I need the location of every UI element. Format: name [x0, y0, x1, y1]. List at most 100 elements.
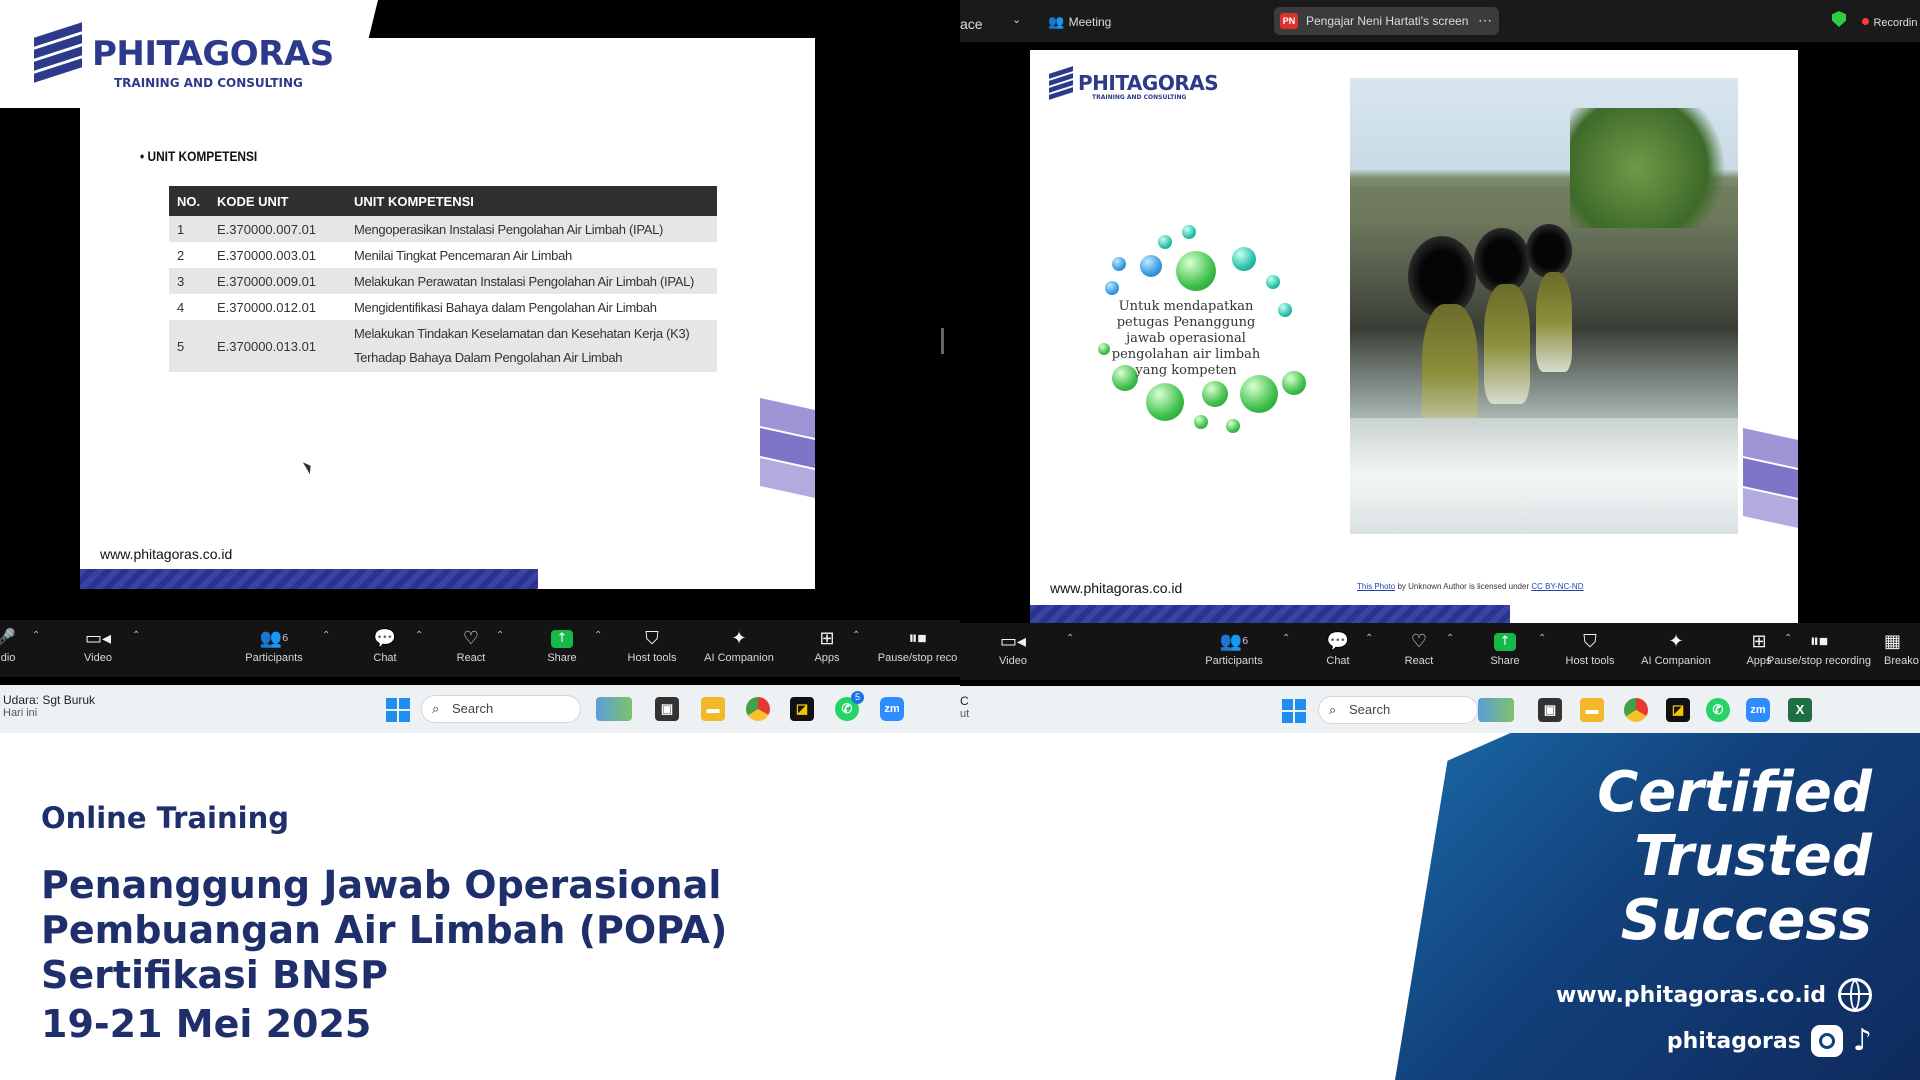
apps-options-caret[interactable]: ⌃ [852, 630, 860, 641]
photo-credit-link[interactable]: This Photo [1357, 582, 1395, 591]
breakout-icon: ▦ [1884, 631, 1902, 652]
chat-icon: 💬 [373, 628, 397, 649]
slogan-panel: Certified Trusted Success www.phitagoras… [1395, 733, 1920, 1080]
cell-nama: Melakukan Tindakan Keselamatan dan Keseh… [346, 320, 717, 372]
taskbar-search-input[interactable]: ⌕ Search [1318, 696, 1478, 724]
breakout-rooms-button[interactable]: ▦ Breako [1884, 629, 1920, 667]
table-header-row: NO. KODE UNIT UNIT KOMPETENSI [169, 186, 717, 216]
ai-companion-button[interactable]: ✦ AI Companion [703, 626, 775, 664]
react-options-caret[interactable]: ⌃ [1446, 633, 1454, 644]
cell-no: 1 [169, 216, 209, 242]
file-explorer-icon[interactable]: ▬ [701, 697, 725, 721]
react-button[interactable]: ♡ React [1384, 629, 1454, 667]
chat-button[interactable]: 💬 Chat [1303, 629, 1373, 667]
zoom-app-icon[interactable]: zm [1746, 698, 1770, 722]
bullet-title-text: UNIT KOMPETENSI [147, 148, 258, 164]
recording-indicator[interactable]: Recordin [1862, 13, 1917, 31]
chat-button[interactable]: 💬 Chat [350, 626, 420, 664]
split-handle[interactable] [941, 328, 944, 354]
website-text: www.phitagoras.co.id [1555, 982, 1826, 1008]
weather-widget[interactable]: Udara: Sgt Buruk Hari ini [3, 693, 95, 719]
globe-icon [1838, 978, 1872, 1012]
social-handle-row[interactable]: phitagoras ♪ [1667, 1025, 1872, 1057]
col-header-no: NO. [169, 186, 209, 216]
windows-start-icon[interactable] [386, 698, 410, 722]
meeting-menu[interactable]: 👥 Meeting [1048, 13, 1111, 31]
cell-nama: Mengidentifikasi Bahaya dalam Pengolahan… [346, 294, 717, 320]
task-view-icon[interactable]: ▣ [1538, 698, 1562, 722]
host-tools-button[interactable]: ⛉ Host tools [617, 626, 687, 664]
cell-nama: Mengoperasikan Instalasi Pengolahan Air … [346, 216, 717, 242]
share-options-caret[interactable]: ⌃ [1538, 633, 1546, 644]
cell-no: 5 [169, 320, 209, 372]
banner-title-line1: Penanggung Jawab Operasional [41, 863, 722, 907]
share-button[interactable]: ↑ Share [1470, 629, 1540, 667]
chat-options-caret[interactable]: ⌃ [415, 630, 423, 641]
chrome-icon[interactable] [746, 697, 770, 721]
audio-options-caret[interactable]: ⌃ [32, 630, 40, 641]
right-zoom-toolbar: ▭◂ Video ⌃ 👥6 Participants ⌃ 💬 Chat ⌃ ♡ Reac… [960, 623, 1920, 680]
participants-icon: 👥6 [259, 628, 289, 649]
video-options-caret[interactable]: ⌃ [1066, 633, 1074, 644]
share-icon: ↑ [1470, 629, 1540, 655]
sparkle-icon: ✦ [731, 628, 747, 649]
record-dot-icon [1862, 18, 1869, 26]
video-icon: ▭◂ [84, 628, 112, 649]
share-button[interactable]: ↑ Share [527, 626, 597, 664]
slide-chevron-decor [1743, 428, 1798, 528]
host-tools-button[interactable]: ⛉ Host tools [1555, 629, 1625, 667]
slogan-text: Certified Trusted Success [1597, 761, 1872, 953]
shield-icon: ⛉ [1583, 631, 1597, 652]
file-explorer-icon[interactable]: ▬ [1580, 698, 1604, 722]
zoom-app-icon[interactable]: zm [880, 697, 904, 721]
shield-icon: ⛉ [645, 628, 659, 649]
video-options-caret[interactable]: ⌃ [132, 630, 140, 641]
cell-kode: E.370000.012.01 [209, 294, 346, 320]
participants-options-caret[interactable]: ⌃ [1282, 633, 1290, 644]
video-button[interactable]: ▭◂ Video [63, 626, 133, 664]
logo-brand-text: PHITAGORAS [92, 34, 334, 74]
banner-title: Penanggung Jawab Operasional Pembuangan … [41, 863, 727, 1047]
heart-icon: ♡ [1410, 631, 1428, 652]
react-options-caret[interactable]: ⌃ [496, 630, 504, 641]
sparkle-icon: ✦ [1668, 631, 1684, 652]
chevron-down-icon[interactable]: ⌄ [1012, 13, 1021, 26]
banner-title-line3: Sertifikasi BNSP [41, 953, 389, 997]
search-highlight-icon[interactable] [1478, 698, 1514, 722]
pause-stop-recording-button[interactable]: ⏸⏹ Pause/stop recording [1760, 629, 1878, 667]
weather-line1: Udara: Sgt Buruk [3, 693, 96, 707]
windows-start-icon[interactable] [1282, 699, 1306, 723]
task-view-icon[interactable]: ▣ [655, 697, 679, 721]
cell-no: 2 [169, 242, 209, 268]
participants-button[interactable]: 👥6 Participants [1199, 629, 1269, 667]
circle-caption: Untuk mendapatkan petugas Penanggung jaw… [1111, 299, 1261, 378]
chrome-icon[interactable] [1624, 698, 1648, 722]
share-options-caret[interactable]: ⌃ [594, 630, 602, 641]
weather-widget[interactable]: Cut [960, 694, 969, 720]
security-shield-icon [1832, 11, 1846, 27]
table-row: 3 E.370000.009.01 Melakukan Perawatan Inst… [169, 268, 717, 294]
sticky-notes-icon[interactable]: ◪ [790, 697, 814, 721]
pause-stop-recording-button[interactable]: ⏸⏹ Pause/stop reco [875, 626, 960, 664]
sticky-notes-icon[interactable]: ◪ [1666, 698, 1690, 722]
ai-companion-button[interactable]: ✦ AI Companion [1639, 629, 1713, 667]
instagram-icon [1810, 1025, 1843, 1057]
weather-line2: Hari ini [3, 707, 38, 719]
search-highlight-icon[interactable] [596, 697, 632, 721]
taskbar-search-input[interactable]: ⌕ Search [421, 695, 581, 723]
website-link-row[interactable]: www.phitagoras.co.id [1556, 978, 1872, 1012]
video-button[interactable]: ▭◂ Video [978, 629, 1048, 667]
whatsapp-icon[interactable]: ✆ [1706, 698, 1730, 722]
license-link[interactable]: CC BY-NC-ND [1531, 582, 1583, 591]
slogan-line2: Trusted [1634, 824, 1872, 889]
excel-icon[interactable]: X [1788, 698, 1812, 722]
shared-screen-indicator[interactable]: PN Pengajar Neni Hartati's screen ⋯ [1274, 7, 1499, 35]
search-icon: ⌕ [1329, 702, 1337, 717]
chat-options-caret[interactable]: ⌃ [1365, 633, 1373, 644]
more-options-icon[interactable]: ⋯ [1478, 12, 1492, 29]
participants-button[interactable]: 👥6 Participants [239, 626, 309, 664]
composite-frame: • UNIT KOMPETENSI NO. KODE UNIT UNIT KOM… [0, 0, 1920, 1080]
participants-options-caret[interactable]: ⌃ [322, 630, 330, 641]
search-placeholder: Search [1349, 702, 1391, 717]
search-icon: ⌕ [432, 701, 440, 716]
